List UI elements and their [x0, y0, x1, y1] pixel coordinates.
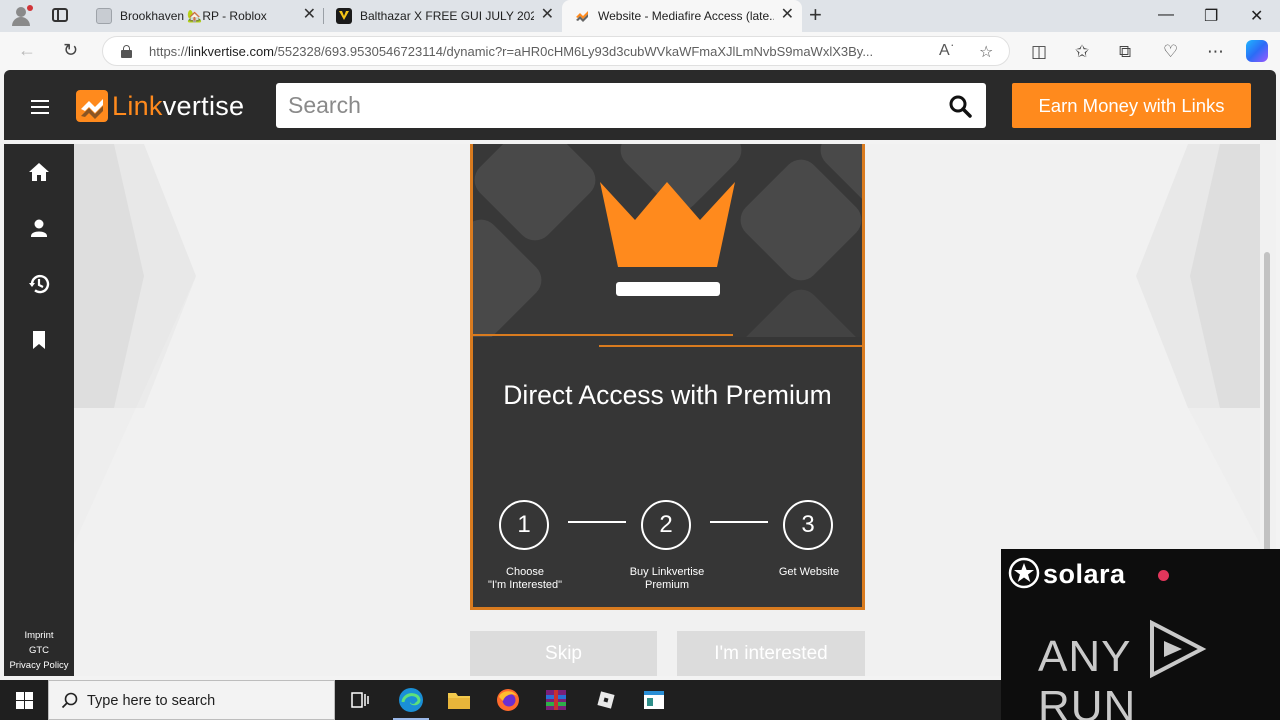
user-icon[interactable] — [28, 217, 50, 239]
anyrun-play-icon — [1149, 619, 1207, 679]
taskbar-search-icon[interactable] — [61, 692, 79, 710]
earn-money-button[interactable]: Earn Money with Links — [1012, 83, 1251, 128]
premium-card: Direct Access with Premium 1 2 3 Choose "… — [470, 144, 865, 610]
linkvertise-favicon-icon — [574, 8, 590, 24]
app-window-icon[interactable] — [630, 680, 678, 720]
logo-wordmark[interactable]: Linkvertise — [112, 91, 244, 122]
history-icon[interactable] — [28, 273, 50, 295]
imprint-link[interactable]: Imprint — [4, 628, 74, 643]
menu-icon[interactable] — [31, 100, 49, 114]
firefox-icon[interactable] — [484, 680, 532, 720]
new-tab-icon[interactable]: + — [809, 3, 822, 27]
profile-avatar-icon[interactable] — [10, 5, 33, 27]
browser-essentials-icon[interactable]: ♡ — [1163, 42, 1178, 62]
taskbar-search-input[interactable] — [87, 691, 327, 711]
solara-overlay: solara ANY RUN — [1001, 549, 1280, 720]
crown-icon — [600, 182, 735, 296]
step-1-label: Choose "I'm Interested" — [487, 566, 563, 591]
roblox-icon[interactable] — [582, 680, 630, 720]
split-screen-icon[interactable]: ◫ — [1031, 42, 1047, 62]
tab-brookhaven[interactable]: Brookhaven 🏡RP - Roblox ✕ — [84, 0, 324, 32]
address-bar[interactable]: https://linkvertise.com/552328/693.95305… — [102, 36, 1010, 66]
step-connector — [568, 521, 626, 523]
balthazar-favicon-icon — [336, 8, 352, 24]
card-hero — [473, 144, 862, 337]
gtc-link[interactable]: GTC — [4, 643, 74, 658]
file-explorer-icon[interactable] — [435, 680, 483, 720]
collections-icon[interactable]: ⧉ — [1119, 42, 1131, 62]
home-icon[interactable] — [28, 161, 50, 183]
scrollbar-thumb[interactable] — [1264, 252, 1270, 552]
window-close-icon[interactable]: ✕ — [1250, 6, 1263, 26]
browser-tab-strip: Brookhaven 🏡RP - Roblox ✕ Balthazar X FR… — [0, 0, 1280, 32]
back-icon[interactable]: ← — [18, 40, 36, 60]
step-3-label: Get Website — [778, 566, 840, 578]
solara-wordmark: solara — [1043, 559, 1126, 589]
tab-website-mediafire[interactable]: Website - Mediafire Access (late... ✕ — [562, 0, 802, 32]
step-2-circle: 2 — [641, 500, 691, 550]
roblox-favicon-icon — [96, 8, 112, 24]
favorites-icon[interactable]: ✩ — [1075, 42, 1089, 62]
minimize-icon[interactable]: — — [1158, 6, 1174, 24]
card-title: Direct Access with Premium — [503, 380, 832, 410]
step-connector — [710, 521, 768, 523]
tab-actions-icon[interactable] — [52, 8, 68, 22]
close-tab-icon[interactable]: ✕ — [541, 7, 554, 23]
skip-button[interactable]: Skip — [470, 631, 657, 676]
solara-star-icon — [1008, 557, 1040, 589]
site-header: Linkvertise Earn Money with Links — [4, 70, 1276, 140]
winrar-icon[interactable] — [532, 680, 580, 720]
tab-label: Brookhaven 🏡RP - Roblox — [120, 9, 267, 23]
search-box — [276, 83, 986, 128]
read-aloud-icon[interactable]: A͘ — [939, 42, 950, 60]
edge-taskbar-icon[interactable] — [387, 680, 435, 720]
restore-icon[interactable]: ❐ — [1204, 6, 1218, 26]
tab-label: Website - Mediafire Access (late... — [598, 9, 774, 23]
close-tab-icon[interactable]: ✕ — [781, 7, 794, 23]
task-view-icon[interactable] — [336, 680, 384, 720]
sidebar-footer: Imprint GTC Privacy Policy — [4, 628, 74, 673]
copilot-icon[interactable] — [1246, 40, 1268, 62]
close-tab-icon[interactable]: ✕ — [303, 7, 316, 23]
taskbar-search — [48, 680, 335, 720]
windows-start-icon[interactable] — [16, 692, 33, 709]
tab-label: Balthazar X FREE GUI JULY 2024 | ... — [360, 9, 534, 23]
favorite-star-icon[interactable]: ☆ — [979, 42, 993, 62]
refresh-icon[interactable]: ↻ — [63, 40, 78, 60]
privacy-policy-link[interactable]: Privacy Policy — [4, 658, 74, 673]
tab-balthazar[interactable]: Balthazar X FREE GUI JULY 2024 | ... ✕ — [324, 0, 562, 32]
linkvertise-logo-icon[interactable] — [75, 89, 109, 123]
sidebar: Imprint GTC Privacy Policy — [4, 144, 74, 676]
settings-more-icon[interactable]: ⋯ — [1207, 42, 1224, 62]
step-1-circle: 1 — [499, 500, 549, 550]
url-text[interactable]: https://linkvertise.com/552328/693.95305… — [149, 44, 929, 59]
anyrun-watermark: ANY RUN — [1038, 619, 1280, 720]
im-interested-button[interactable]: I'm interested — [677, 631, 865, 676]
search-icon[interactable] — [948, 94, 972, 118]
lock-icon[interactable] — [121, 45, 132, 58]
status-dot — [1158, 570, 1169, 581]
step-3-circle: 3 — [783, 500, 833, 550]
search-input[interactable] — [276, 83, 926, 128]
step-2-label: Buy Linkvertise Premium — [629, 566, 705, 591]
bookmark-icon[interactable] — [28, 329, 50, 351]
